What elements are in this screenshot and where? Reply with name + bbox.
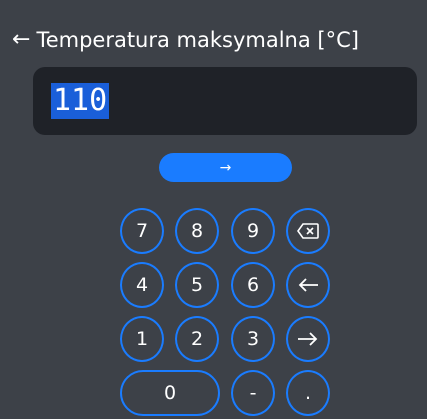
minus-key-label: - [249, 382, 257, 404]
decimal-key-label: . [304, 382, 312, 404]
key-2-label: 2 [190, 328, 204, 350]
back-arrow-icon[interactable]: ← [12, 29, 30, 51]
decimal-key[interactable]: . [286, 370, 330, 416]
key-1-label: 1 [135, 328, 149, 350]
key-7[interactable]: 7 [120, 208, 164, 254]
backspace-icon [297, 223, 319, 239]
value-input[interactable]: 110 [33, 67, 417, 135]
key-3[interactable]: 3 [231, 316, 275, 362]
key-5-label: 5 [190, 274, 204, 296]
arrow-left-icon [298, 278, 318, 292]
cursor-right-key[interactable] [286, 316, 330, 362]
enter-button[interactable]: → [159, 153, 292, 182]
key-9-label: 9 [246, 220, 260, 242]
key-1[interactable]: 1 [120, 316, 164, 362]
page-title: Temperatura maksymalna [°C] [36, 28, 359, 52]
arrow-right-icon [298, 332, 318, 346]
key-8-label: 8 [190, 220, 204, 242]
key-0[interactable]: 0 [120, 370, 220, 416]
minus-key[interactable]: - [231, 370, 275, 416]
key-4-label: 4 [135, 274, 149, 296]
key-8[interactable]: 8 [175, 208, 219, 254]
cursor-left-key[interactable] [286, 262, 330, 308]
key-7-label: 7 [135, 220, 149, 242]
backspace-key[interactable] [286, 208, 330, 254]
arrow-right-icon: → [219, 159, 232, 176]
key-6[interactable]: 6 [231, 262, 275, 308]
key-3-label: 3 [246, 328, 260, 350]
key-9[interactable]: 9 [231, 208, 275, 254]
key-6-label: 6 [246, 274, 260, 296]
title-bar: ← Temperatura maksymalna [°C] [12, 22, 359, 58]
key-4[interactable]: 4 [120, 262, 164, 308]
key-2[interactable]: 2 [175, 316, 219, 362]
value-text: 110 [51, 83, 110, 119]
key-0-label: 0 [163, 382, 177, 404]
key-5[interactable]: 5 [175, 262, 219, 308]
